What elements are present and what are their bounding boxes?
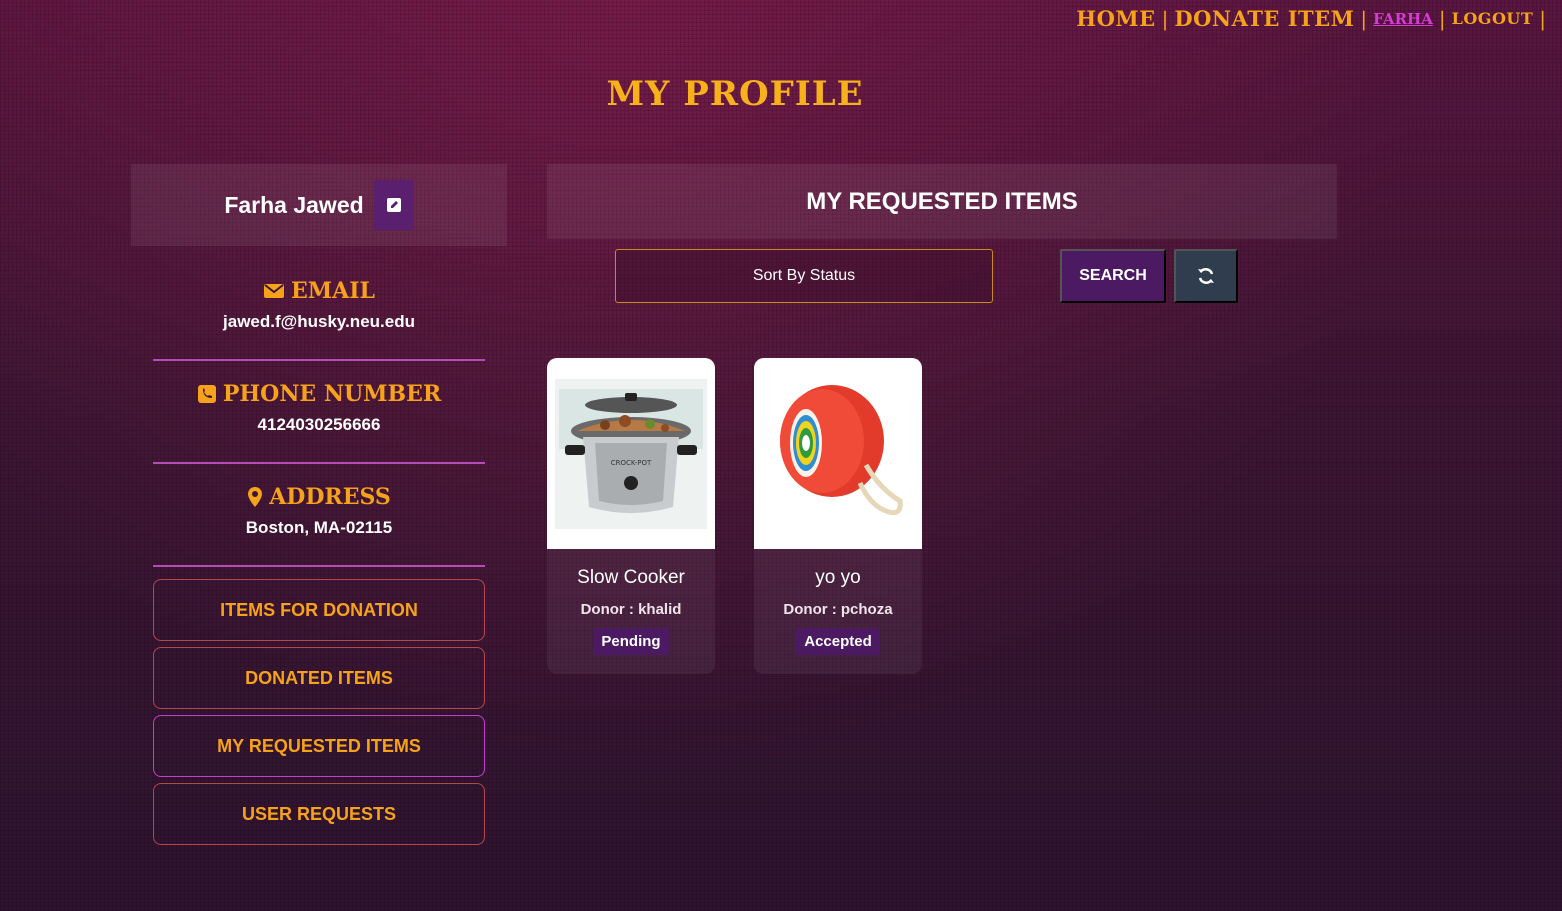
top-nav: HOME | DONATE ITEM | FARHA | LOGOUT | [1076,6,1546,31]
email-block: Email jawed.f@husky.neu.edu [153,278,485,332]
phone-label-row: Phone Number [153,381,485,407]
slow-cooker-image: CROCK-POT [555,378,707,529]
nav-donate-link[interactable]: DONATE ITEM [1174,6,1354,31]
edit-profile-button[interactable] [373,180,414,230]
map-marker-icon [248,487,263,507]
nav-home-link[interactable]: HOME [1076,6,1155,31]
profile-name: Farha Jawed [224,191,364,218]
phone-icon [197,385,216,403]
email-label: Email [291,278,375,304]
item-image-slow-cooker: CROCK-POT [547,358,715,549]
address-block: Address Boston, MA-02115 [153,484,485,538]
divider [153,565,485,567]
address-label: Address [269,484,391,510]
refresh-icon [1198,268,1214,284]
nav-separator: | [1438,6,1446,31]
sidebar-item-donated-items[interactable]: Donated Items [153,647,485,709]
nav-logout-link[interactable]: LOGOUT [1452,9,1534,28]
sort-by-status-select[interactable]: Sort By Status [615,249,993,303]
email-label-row: Email [153,278,485,304]
phone-block: Phone Number 4124030256666 [153,381,485,435]
status-badge: Accepted [796,628,880,655]
item-donor: Donor : pchoza [783,601,893,618]
address-value: Boston, MA-02115 [245,518,393,537]
item-name: yo yo [815,567,861,588]
phone-value: 4124030256666 [257,415,381,434]
item-card[interactable]: CROCK-POT Slow Cooker Donor : khalid Pen… [547,358,715,674]
email-value: jawed.f@husky.neu.edu [223,312,415,331]
envelope-icon [264,284,285,298]
divider [153,462,485,464]
page-title: My Profile [606,74,864,114]
item-name: Slow Cooker [577,567,685,588]
sidebar-item-my-requested-items[interactable]: My Requested Items [153,715,485,777]
item-image-yo-yo [754,358,922,549]
section-header: My Requested Items [547,164,1337,239]
nav-separator: | [1161,6,1169,31]
nav-user-link[interactable]: FARHA [1373,10,1433,28]
sidebar-item-items-for-donation[interactable]: Items For Donation [153,579,485,641]
address-label-row: Address [153,484,485,510]
search-button[interactable]: Search [1060,249,1166,303]
phone-label: Phone Number [222,381,442,407]
nav-separator: | [1539,6,1546,31]
status-badge: Pending [593,628,669,655]
item-card[interactable]: yo yo Donor : pchoza Accepted [754,358,922,674]
item-donor: Donor : khalid [580,601,682,618]
sidebar-item-user-requests[interactable]: User Requests [153,783,485,845]
crock-pot-logo: CROCK-POT [611,459,652,467]
divider [153,359,485,361]
nav-separator: | [1360,6,1368,31]
yo-yo-image [762,378,914,529]
edit-icon [386,198,401,212]
profile-card: Farha Jawed [131,164,507,246]
refresh-button[interactable] [1174,249,1238,303]
